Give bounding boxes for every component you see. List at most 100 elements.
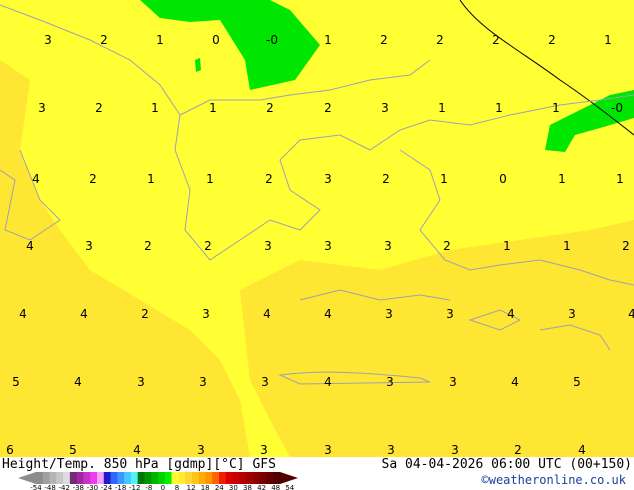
scale-swatch bbox=[110, 472, 118, 484]
scale-tick: 0 bbox=[160, 484, 166, 490]
temperature-value: 3 bbox=[446, 307, 454, 321]
scale-swatch bbox=[259, 472, 267, 484]
temperature-value: 1 bbox=[151, 101, 159, 115]
forecast-datetime: Sa 04-04-2026 06:00 UTC (00+150) bbox=[381, 457, 632, 472]
scale-max-arrow bbox=[280, 472, 298, 484]
temperature-value: 0 bbox=[499, 172, 507, 186]
scale-tick: 18 bbox=[200, 484, 210, 490]
scale-tick: -24 bbox=[100, 484, 113, 490]
scale-tick: 38 bbox=[243, 484, 252, 490]
credit-link[interactable]: ©weatheronline.co.uk bbox=[482, 473, 627, 487]
temperature-value: 3 bbox=[38, 101, 46, 115]
temperature-value: 2 bbox=[141, 307, 149, 321]
scale-tick: 12 bbox=[186, 484, 196, 490]
scale-swatch bbox=[185, 472, 193, 484]
scale-tick: 8 bbox=[174, 484, 180, 490]
temperature-value: 3 bbox=[260, 443, 268, 457]
temperature-value: 1 bbox=[563, 239, 571, 253]
scale-swatch bbox=[144, 472, 152, 484]
temperature-value: 1 bbox=[558, 172, 566, 186]
temperature-value: 2 bbox=[436, 33, 444, 47]
scale-tick: 54 bbox=[285, 484, 295, 490]
temperature-value: 2 bbox=[100, 33, 108, 47]
scale-swatch bbox=[158, 472, 166, 484]
temperature-value: 2 bbox=[514, 443, 522, 457]
temperature-value: 6 bbox=[6, 443, 14, 457]
map-title: Height/Temp. 850 hPa [gdmp][°C] GFS bbox=[2, 457, 276, 472]
temperature-value: 1 bbox=[147, 172, 155, 186]
scale-tick: -38 bbox=[72, 484, 85, 490]
temperature-value: 3 bbox=[85, 239, 93, 253]
scale-tick: -12 bbox=[128, 484, 141, 490]
temperature-value: 3 bbox=[202, 307, 210, 321]
scale-tick: 24 bbox=[214, 484, 224, 490]
scale-swatch bbox=[171, 472, 179, 484]
temperature-value: 0 bbox=[212, 33, 220, 47]
temperature-value: 2 bbox=[95, 101, 103, 115]
scale-tick: -42 bbox=[58, 484, 70, 490]
scale-swatch bbox=[137, 472, 145, 484]
temperature-value: 1 bbox=[209, 101, 217, 115]
scale-swatch bbox=[83, 472, 91, 484]
temperature-value: 2 bbox=[492, 33, 500, 47]
scale-tick: -48 bbox=[44, 484, 56, 490]
temperature-value: 1 bbox=[206, 172, 214, 186]
temperature-value: 3 bbox=[381, 101, 389, 115]
scale-swatch bbox=[212, 472, 220, 484]
temperature-value: 4 bbox=[263, 307, 271, 321]
temperature-value: 4 bbox=[511, 375, 519, 389]
scale-tick: 42 bbox=[257, 484, 267, 490]
temperature-value: 1 bbox=[503, 239, 511, 253]
scale-swatch bbox=[266, 472, 274, 484]
scale-swatch bbox=[191, 472, 200, 484]
temperature-value: 3 bbox=[264, 239, 272, 253]
temperature-value: 3 bbox=[384, 239, 392, 253]
scale-swatch bbox=[117, 472, 125, 484]
temperature-value: 1 bbox=[324, 33, 332, 47]
temperature-value: 3 bbox=[199, 375, 207, 389]
scale-swatch bbox=[246, 472, 254, 484]
temperature-value: 2 bbox=[443, 239, 451, 253]
temperature-value: 2 bbox=[324, 101, 332, 115]
temperature-value: 4 bbox=[80, 307, 88, 321]
temperature-value: 3 bbox=[324, 239, 332, 253]
scale-tick: 30 bbox=[228, 484, 238, 490]
temperature-value: 4 bbox=[19, 307, 27, 321]
scale-swatch bbox=[97, 472, 105, 484]
scale-swatch bbox=[225, 472, 234, 484]
temperature-value: 4 bbox=[32, 172, 40, 186]
scale-swatch bbox=[151, 472, 159, 484]
temperature-value: 1 bbox=[156, 33, 164, 47]
temperature-value: 3 bbox=[385, 307, 393, 321]
temperature-value: 1 bbox=[604, 33, 612, 47]
temperature-value: 1 bbox=[616, 172, 624, 186]
temperature-value: 3 bbox=[197, 443, 205, 457]
temperature-value: 3 bbox=[324, 443, 332, 457]
map-footer: Height/Temp. 850 hPa [gdmp][°C] GFS Sa 0… bbox=[0, 457, 634, 490]
scale-swatch bbox=[239, 472, 247, 484]
scale-swatch bbox=[252, 472, 261, 484]
scale-tick: -8 bbox=[145, 484, 153, 490]
scale-swatch bbox=[63, 472, 71, 484]
scale-swatch bbox=[130, 472, 139, 484]
scale-tick: -18 bbox=[114, 484, 127, 490]
temperature-value: 4 bbox=[133, 443, 141, 457]
temperature-value: 2 bbox=[204, 239, 212, 253]
scale-tick: 48 bbox=[271, 484, 281, 490]
weather-map-view: 3 2 1 0 -0 1 2 2 2 2 1 3 2 1 1 2 2 3 1 1 1 -0 4 2 1 1 2 3 2 1 0 1 1 4 3 2 2 3… bbox=[0, 0, 634, 490]
temperature-value: 2 bbox=[265, 172, 273, 186]
temperature-value: 2 bbox=[89, 172, 97, 186]
scale-swatch bbox=[42, 472, 51, 484]
scale-swatch bbox=[273, 472, 281, 484]
temperature-value: 3 bbox=[568, 307, 576, 321]
temperature-value: 2 bbox=[144, 239, 152, 253]
temperature-map bbox=[0, 0, 634, 457]
scale-swatch bbox=[164, 472, 173, 484]
temperature-value: 3 bbox=[387, 443, 395, 457]
temperature-value: 3 bbox=[261, 375, 269, 389]
scale-swatch bbox=[49, 472, 57, 484]
temperature-value: 5 bbox=[69, 443, 77, 457]
scale-swatch bbox=[178, 472, 186, 484]
scale-swatch bbox=[36, 472, 44, 484]
temperature-value: 4 bbox=[628, 307, 634, 321]
